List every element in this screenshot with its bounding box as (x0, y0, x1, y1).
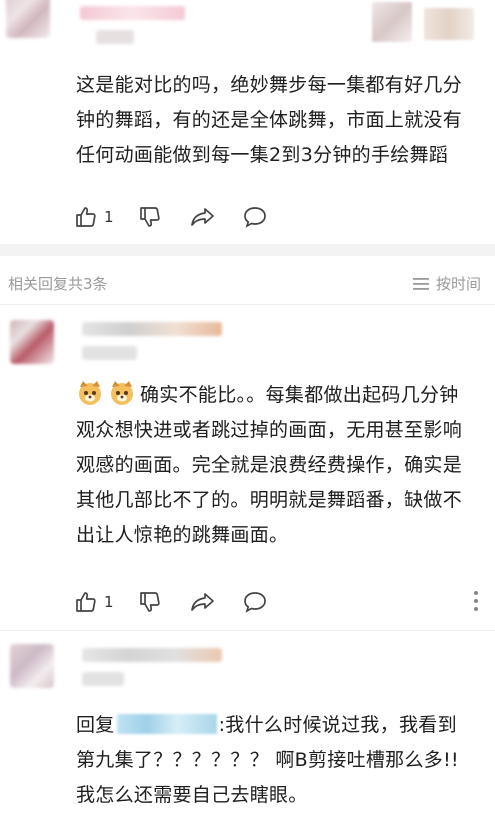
sort-button[interactable]: 按时间 (412, 273, 481, 294)
thumb-up-icon (76, 592, 96, 612)
dislike-button[interactable] (138, 205, 162, 229)
username-redacted (80, 6, 185, 20)
sort-icon (412, 277, 429, 290)
dog-emoji-icon (111, 381, 133, 405)
username-redacted (82, 322, 222, 336)
section-divider (0, 244, 495, 256)
like-button[interactable]: 1 (74, 590, 114, 614)
more-icon (474, 591, 478, 611)
comment-icon (244, 207, 266, 228)
reply-body: 确实不能比。。每集都做出起码几分钟观众想快进或者跳过掉的画面，无用甚至影响观感的… (76, 384, 463, 546)
reply-button[interactable] (242, 590, 268, 614)
dislike-button[interactable] (138, 590, 162, 614)
comment-text: 这是能对比的吗，绝妙舞步每一集都有好几分钟的舞蹈，有的还是全体跳舞，市面上就没有… (76, 74, 463, 166)
replies-count-label: 相关回复共3条 (8, 275, 108, 293)
reply-separator (0, 630, 495, 631)
dog-emoji-icon (79, 381, 101, 405)
reply-text: 确实不能比。。每集都做出起码几分钟观众想快进或者跳过掉的画面，无用甚至影响观感的… (76, 378, 476, 553)
reply-button[interactable] (242, 205, 268, 229)
user-meta-redacted (82, 346, 137, 360)
like-count: 1 (104, 208, 114, 226)
user-meta-redacted (96, 30, 134, 44)
mentioned-user-redacted[interactable] (116, 714, 217, 734)
thumb-up-icon (76, 207, 96, 227)
thumb-down-icon (140, 592, 160, 612)
share-icon (191, 593, 214, 611)
like-count: 1 (104, 593, 114, 611)
reply-text: 回复:我什么时候说过我，我看到第九集了？？？？？？ 啊B剪接吐槽那么多!!我怎么… (76, 708, 476, 813)
header-separator (0, 304, 495, 305)
share-icon (191, 208, 214, 226)
more-button[interactable] (473, 590, 479, 612)
badge-redacted (372, 2, 412, 42)
username-redacted (82, 648, 222, 662)
replies-header: 相关回复共3条 按时间 (0, 270, 495, 300)
thumb-down-icon (140, 207, 160, 227)
comment-actions: 1 (74, 205, 474, 229)
reply-prefix: 回复 (76, 714, 115, 736)
reply-actions: 1 (74, 590, 479, 614)
user-meta-redacted (82, 672, 124, 686)
avatar[interactable] (10, 644, 54, 688)
share-button[interactable] (190, 590, 216, 614)
comment-icon (244, 592, 266, 613)
sort-label: 按时间 (435, 275, 481, 293)
share-button[interactable] (190, 205, 216, 229)
badge-redacted (424, 8, 474, 40)
avatar[interactable] (10, 320, 54, 364)
avatar[interactable] (6, 0, 50, 38)
like-button[interactable]: 1 (74, 205, 114, 229)
